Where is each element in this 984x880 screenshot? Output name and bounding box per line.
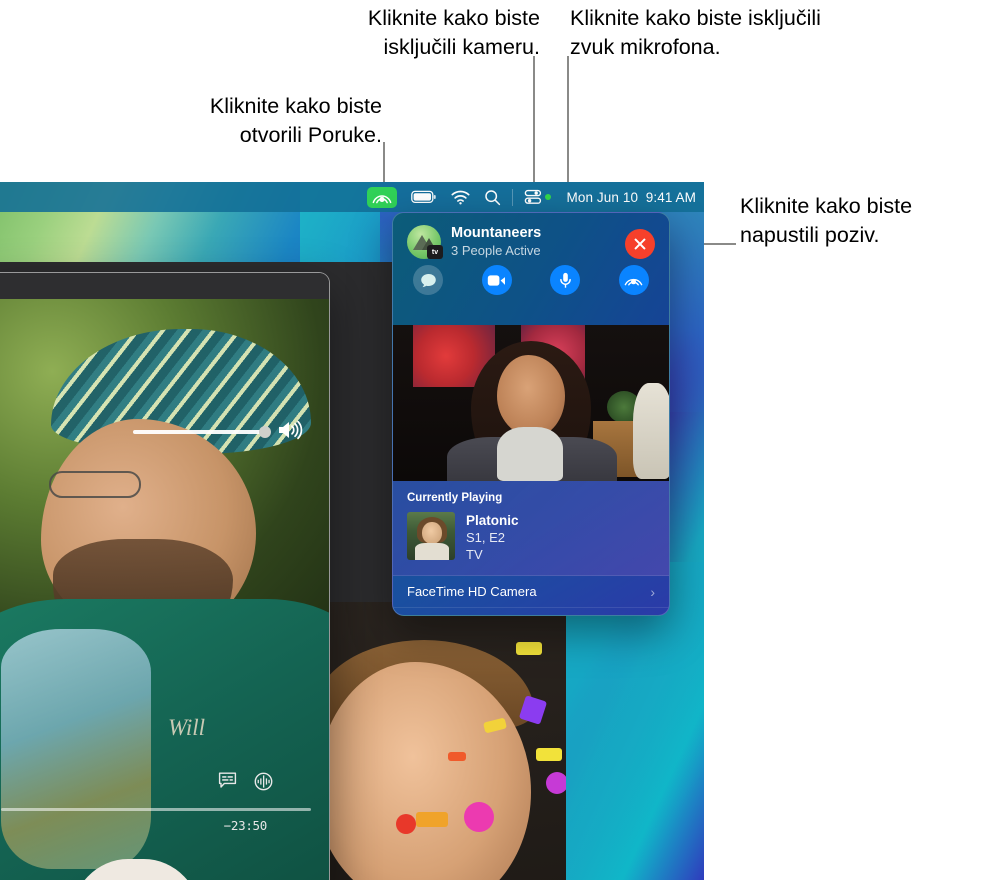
camera-source-label: FaceTime HD Camera (407, 584, 537, 599)
video-subject-glasses (49, 471, 141, 498)
close-icon (634, 238, 646, 250)
shareplay-button[interactable] (618, 265, 649, 295)
now-playing-episode: S1, E2 (466, 530, 506, 545)
camera-source-row[interactable]: FaceTime HD Camera › (393, 576, 669, 608)
leave-call-button[interactable] (625, 229, 655, 259)
player-icon-row (1, 772, 311, 796)
menubar-battery-button[interactable] (404, 186, 444, 208)
player-controls[interactable]: −23:50 (0, 772, 329, 833)
participant-face (497, 355, 565, 437)
now-playing-label: Currently Playing (407, 492, 503, 504)
microphone-icon (559, 272, 571, 288)
mic-mode-row[interactable]: Mic Mode Standard › (393, 608, 669, 615)
callout-camera-text: Kliknite kako biste isključili kameru. (367, 6, 540, 59)
now-playing-thumbnail (407, 512, 455, 560)
group-avatar: tv (407, 225, 443, 259)
menubar-search-button[interactable] (477, 186, 508, 208)
subtitles-icon[interactable] (218, 772, 237, 796)
video-subject-jacket-print (1, 629, 151, 869)
thumbnail-body (415, 543, 449, 560)
menubar-wifi-button[interactable] (444, 186, 477, 208)
menubar-divider (511, 188, 513, 206)
menubar-clock[interactable]: Mon Jun 10 9:41 AM (558, 190, 696, 205)
video-window-titlebar[interactable] (0, 273, 329, 299)
shareplay-icon (366, 186, 397, 208)
confetti (516, 642, 542, 655)
video-subject-jacket-monogram: Will (168, 715, 206, 740)
now-playing-source: TV (466, 547, 483, 562)
thumbnail-face (422, 522, 442, 544)
volume-slider-knob[interactable] (259, 426, 271, 438)
now-playing-section[interactable]: Currently Playing Platonic S1, E2 TV (393, 481, 669, 576)
callout-leave-text: Kliknite kako biste napustili poziv. (740, 194, 913, 247)
page-root: Kliknite kako biste isključili kameru. K… (0, 0, 984, 880)
volume-slider-track[interactable] (133, 426, 271, 438)
wifi-icon (450, 190, 470, 204)
video-canvas[interactable]: Will −23:50 (0, 299, 329, 880)
now-playing-meta: Platonic S1, E2 TV (466, 512, 519, 563)
menubar-shareplay-button[interactable] (360, 186, 404, 208)
active-indicator-dot (544, 194, 551, 200)
group-info: Mountaneers 3 People Active (451, 225, 541, 259)
participants-count: 3 People Active (451, 243, 541, 258)
confetti (536, 748, 562, 761)
confetti (464, 802, 494, 832)
menubar-control-center-button[interactable] (517, 186, 558, 208)
shareplay-panel[interactable]: tv Mountaneers 3 People Active Currently… (392, 212, 670, 616)
now-playing-title: Platonic (466, 513, 519, 528)
messages-button[interactable] (413, 265, 443, 295)
participant-scarf (497, 427, 563, 481)
callout-mic-text: Kliknite kako biste isključili zvuk mikr… (570, 6, 821, 59)
chevron-right-icon: › (650, 583, 655, 600)
confetti (416, 812, 448, 827)
group-name: Mountaneers (451, 225, 542, 241)
shareplay-action-row (393, 259, 669, 295)
menu-bar: Mon Jun 10 9:41 AM (0, 182, 704, 212)
video-camera-icon (487, 274, 506, 286)
camera-source-right: › (640, 585, 655, 599)
callout-messages-text: Kliknite kako biste otvorili Poruke. (209, 94, 382, 147)
shareplay-icon (625, 278, 643, 286)
shareplay-panel-header: tv Mountaneers 3 People Active (393, 213, 669, 259)
microphone-button[interactable] (550, 265, 581, 295)
participant-video-preview[interactable] (393, 325, 669, 481)
volume-control[interactable] (133, 420, 303, 445)
control-center-icon (524, 189, 541, 204)
desktop-screenshot: Will −23:50 Mon Jun 10 9:41 AM tv Mounta… (0, 182, 704, 880)
search-icon (484, 189, 500, 205)
confetti (546, 772, 566, 794)
appletv-badge-icon: tv (427, 245, 443, 259)
battery-icon (410, 190, 436, 204)
shareplay-panel-top: tv Mountaneers 3 People Active (393, 213, 669, 325)
confetti (396, 814, 416, 834)
volume-icon[interactable] (277, 420, 303, 445)
vase-decor (633, 383, 669, 479)
message-bubble-icon (420, 273, 436, 287)
audio-track-icon[interactable] (254, 772, 273, 796)
player-remaining-time: −23:50 (223, 818, 268, 833)
now-playing-row: Platonic S1, E2 TV (407, 512, 655, 563)
player-scrubber[interactable] (1, 808, 311, 811)
video-player-window[interactable]: Will −23:50 (0, 272, 330, 880)
camera-button[interactable] (481, 265, 512, 295)
confetti (448, 752, 466, 761)
